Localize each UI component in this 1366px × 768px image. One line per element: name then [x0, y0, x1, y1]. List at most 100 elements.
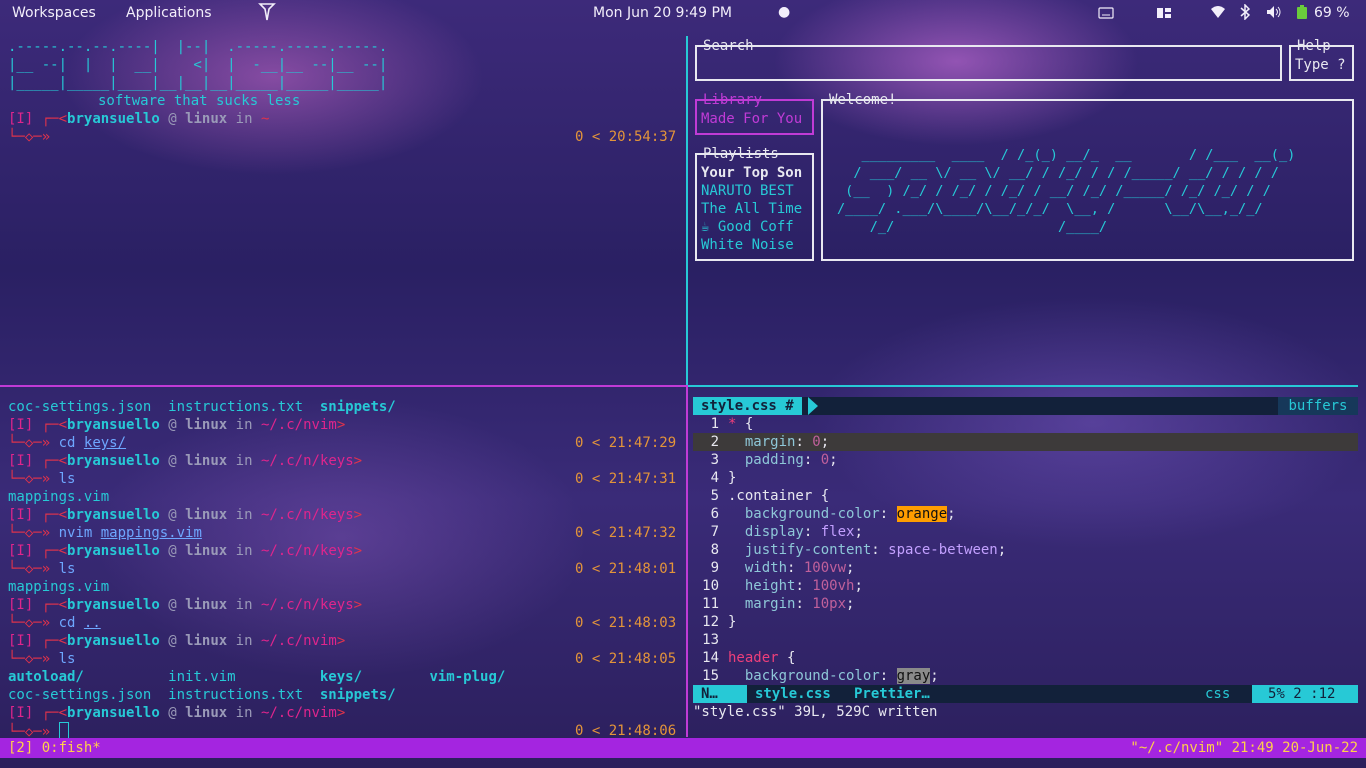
command-line: └─◇─» cd keys/: [8, 435, 127, 451]
welcome-art-line: /_/ /____/: [837, 219, 1108, 235]
command-output: mappings.vim: [8, 579, 110, 595]
line-number: 1: [710, 416, 719, 432]
tagline: software that sucks less: [98, 93, 301, 109]
applications-menu[interactable]: Applications: [126, 4, 212, 22]
prompt-time: 0 < 21:48:05: [575, 651, 677, 667]
vim-tab-current[interactable]: style.css #: [693, 397, 802, 415]
top-panel: Workspaces Applications Mon Jun 20 9:49 …: [0, 0, 1366, 26]
help-text: Type ?: [1295, 57, 1346, 73]
code-line[interactable]: height: 100vh;: [728, 577, 863, 595]
command-line: └─◇─» nvim mappings.vim: [8, 525, 202, 541]
library-title: Library: [703, 92, 763, 108]
prompt-line: [I] ┌─<bryansuello @ linux in ~/.c/n/key…: [8, 453, 363, 469]
file-entry: init.vim: [83, 669, 236, 685]
code-line[interactable]: display: flex;: [728, 523, 863, 541]
file-entry: instructions.txt: [151, 399, 304, 415]
tmux-window[interactable]: [2] 0:fish*: [8, 739, 101, 757]
code-line[interactable]: }: [728, 613, 736, 631]
prompt-time: 0 < 21:47:29: [575, 435, 677, 451]
file-entry: autoload/: [8, 669, 84, 685]
code-line[interactable]: header {: [728, 649, 795, 667]
welcome-title: Welcome!: [829, 92, 897, 108]
vim-status-formatter: Prettier…: [854, 686, 930, 702]
prompt-line: [I] ┌─<bryansuello @ linux in ~/.c/nvim>: [8, 633, 346, 649]
file-entry: coc-settings.json: [8, 399, 152, 415]
cursor[interactable]: [58, 722, 69, 739]
keyboard-icon[interactable]: [1098, 6, 1114, 24]
battery-percentage: 69 %: [1314, 5, 1350, 21]
file-entry: coc-settings.json: [8, 687, 152, 703]
command-line: └─◇─» ls: [8, 561, 76, 577]
playlist-item[interactable]: NARUTO BEST: [701, 182, 811, 200]
volume-icon[interactable]: [1266, 5, 1282, 24]
code-line[interactable]: margin: 0;: [728, 433, 829, 451]
file-entry: vim-plug/: [362, 669, 506, 685]
library-item[interactable]: Made For You: [701, 110, 802, 128]
line-number: 10: [702, 578, 719, 594]
prompt-time: 0 < 21:48:01: [575, 561, 677, 577]
bluetooth-icon[interactable]: [1240, 3, 1251, 25]
welcome-art-line: _________ ____ / /_(_) __/_ __ / /___ __…: [837, 147, 1296, 163]
code-line[interactable]: * {: [728, 415, 753, 433]
code-line[interactable]: justify-content: space-between;: [728, 541, 1006, 559]
wifi-icon[interactable]: [1210, 5, 1226, 24]
line-number: 15: [702, 668, 719, 684]
vim-status-filetype: css: [1205, 686, 1231, 702]
file-entry: snippets/: [303, 399, 396, 415]
pane-divider-top: [686, 36, 688, 386]
code-line[interactable]: margin: 10px;: [728, 595, 855, 613]
pane-divider-bottom: [686, 387, 688, 737]
logo-line: |_____|_____|____|__|__|__|_____|_____|_…: [8, 75, 388, 91]
logo-line: |__ --| | | __| <| | -__|__ --|__ --|: [8, 57, 388, 73]
ls-output: coc-settings.json instructions.txt snipp…: [8, 398, 396, 416]
search-title: Search: [703, 38, 754, 54]
prompt-line: [I] ┌─<bryansuello @ linux in ~/.c/n/key…: [8, 597, 363, 613]
line-number: 5: [710, 488, 719, 504]
code-line[interactable]: padding: 0;: [728, 451, 838, 469]
pane-divider-right: [688, 385, 1358, 387]
vim-buffers-label[interactable]: buffers: [1278, 397, 1358, 415]
line-number: 6: [710, 506, 719, 522]
playlist-item[interactable]: ☕ Good Coff: [701, 218, 811, 236]
tmux-statusbar: [2] 0:fish* "~/.c/nvim" 21:49 20-Jun-22: [0, 738, 1366, 758]
playlists-title: Playlists: [703, 146, 779, 162]
ls-output: coc-settings.json instructions.txt snipp…: [8, 686, 396, 704]
file-entry: snippets/: [303, 687, 396, 703]
code-line[interactable]: }: [728, 469, 736, 487]
workspaces-menu[interactable]: Workspaces: [12, 4, 96, 22]
prompt-arrow: └─◇─»: [8, 129, 51, 145]
command-output: mappings.vim: [8, 489, 110, 505]
code-line[interactable]: background-color: orange;: [728, 505, 956, 523]
tmux-status-right: "~/.c/nvim" 21:49 20-Jun-22: [1130, 740, 1358, 756]
line-number: 13: [702, 632, 719, 648]
vim-status-file: style.css: [755, 686, 831, 702]
welcome-art-line: (__ ) /_/ / /_/ / /_/ / __/ /_/ /_____/ …: [837, 183, 1271, 199]
prompt-time: 0 < 20:54:37: [575, 129, 677, 145]
help-box[interactable]: Help Type ?: [1289, 38, 1354, 81]
playlist-item[interactable]: White Noise: [701, 236, 811, 254]
app-logo-icon[interactable]: [258, 2, 276, 27]
line-number: 9: [710, 560, 719, 576]
playlists-box[interactable]: Playlists Your Top Son NARUTO BEST The A…: [695, 146, 814, 261]
battery-icon[interactable]: [1296, 4, 1308, 25]
notification-dot-icon: ●: [778, 4, 791, 20]
playlist-item[interactable]: Your Top Son: [701, 164, 811, 182]
vim-message: "style.css" 39L, 529C written: [693, 704, 938, 720]
line-number: 14: [702, 650, 719, 666]
command-line: └─◇─» ls: [8, 471, 76, 487]
prompt-time: 0 < 21:48:03: [575, 615, 677, 631]
search-box[interactable]: Search: [695, 38, 1282, 81]
line-number: 12: [702, 614, 719, 630]
tab-arrow: [808, 397, 818, 415]
code-line[interactable]: background-color: gray;: [728, 667, 939, 685]
library-box[interactable]: Library Made For You: [695, 92, 814, 135]
ls-output: autoload/ init.vim keys/ vim-plug/: [8, 668, 505, 686]
logo-line: .-----.--.--.----| |--| .-----.-----.---…: [8, 39, 388, 55]
clock[interactable]: Mon Jun 20 9:49 PM: [593, 4, 732, 22]
line-number: 7: [710, 524, 719, 540]
window-layout-icon[interactable]: [1156, 6, 1172, 24]
line-number: 2: [710, 434, 719, 450]
code-line[interactable]: width: 100vw;: [728, 559, 855, 577]
playlist-item[interactable]: The All Time: [701, 200, 811, 218]
code-line[interactable]: .container {: [728, 487, 829, 505]
